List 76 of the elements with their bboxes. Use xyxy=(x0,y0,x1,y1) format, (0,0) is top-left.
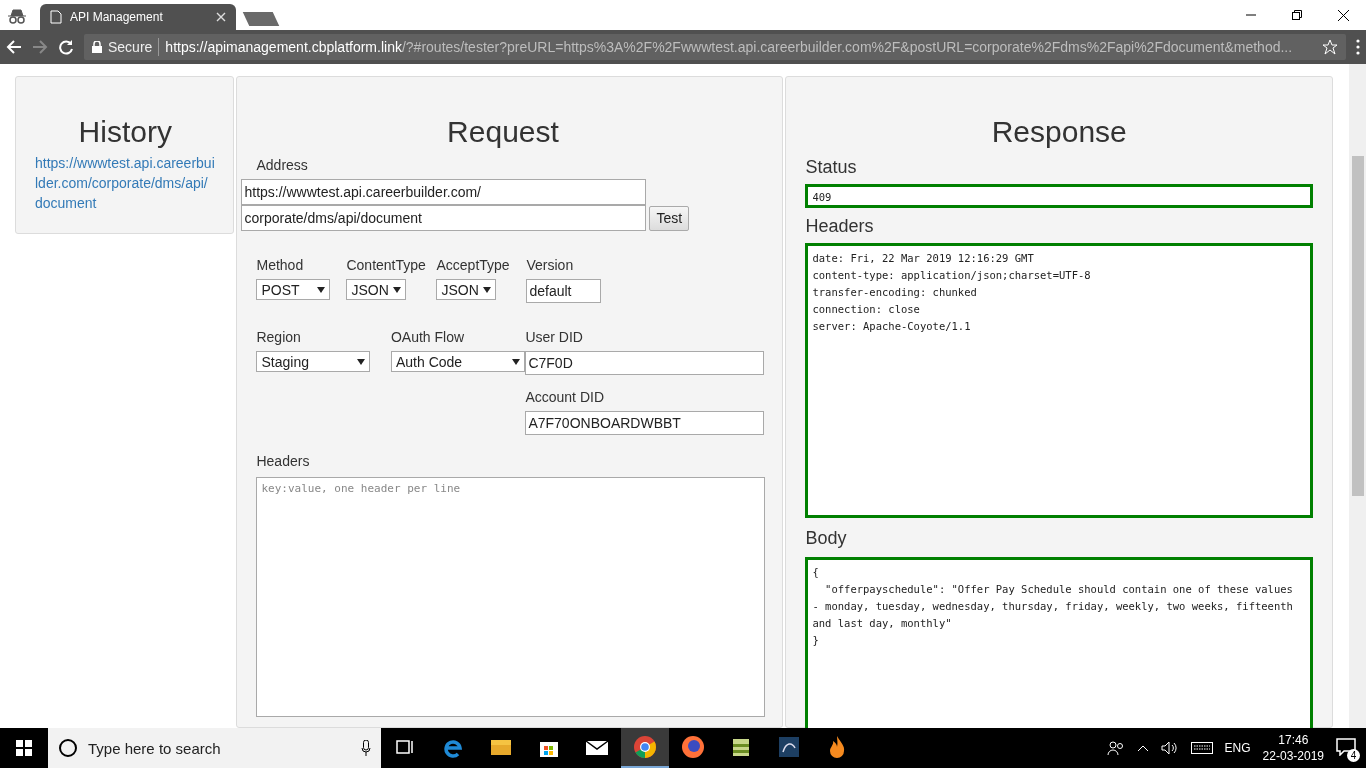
header-line: content-type: application/json;charset=UTF-8 xyxy=(812,268,1092,283)
input-field[interactable]: C7F0D xyxy=(525,351,765,375)
headers-input[interactable]: key:value, one header per line xyxy=(256,477,766,717)
address-bar[interactable]: Secure https://apimanagement.cbplatform.link/?#routes/tester?preURL=https%3A%2F%2Fwwwtest.api.careerbuilder.com%2F&postURL=corporate%2Fdms%2Fapi%2Fdocument&method... xyxy=(84,34,1346,60)
section-label: Status xyxy=(805,157,858,178)
test-button[interactable]: Test xyxy=(649,205,690,231)
field-label: Method xyxy=(256,257,305,273)
body-output[interactable]: { "offerpayschedule": "Offer Pay Schedule should contain one of these values - monday, tuesday, wednesday, thursday, friday, weekly, two weeks, fifteenth and last day, monthly" } xyxy=(805,557,1313,728)
new-tab-button[interactable] xyxy=(242,12,280,26)
envelope-icon xyxy=(585,738,609,756)
circle-icon xyxy=(58,738,78,758)
people-icon[interactable] xyxy=(1106,740,1125,756)
secure-label: Secure xyxy=(108,39,153,55)
input-field[interactable]: A7F70ONBOARDWBBT xyxy=(525,411,765,435)
header-line: connection: close xyxy=(812,302,921,317)
field-label: User DID xyxy=(525,329,584,345)
field-label: ContentType xyxy=(346,257,427,273)
header-line: transfer-encoding: chunked xyxy=(812,285,978,300)
field-label: Region xyxy=(256,329,302,345)
section-label: Body xyxy=(805,528,848,549)
body-line: } xyxy=(812,633,820,648)
panel-title: Request xyxy=(446,115,560,149)
caret-icon xyxy=(393,286,402,293)
menu-icon[interactable] xyxy=(1356,39,1360,55)
field-label: Headers xyxy=(256,453,311,469)
url-text: https://apimanagement.cbplatform.link/?#routes/tester?preURL=https%3A%2F%2Fwwwtest.api.careerbuilder.com%2F&postURL=corporate%2Fdms%2Fapi%2Fdocument&method... xyxy=(165,39,1293,55)
language-indicator[interactable]: ENG xyxy=(1224,741,1251,755)
dropdown[interactable]: JSON xyxy=(436,279,497,300)
caret-icon xyxy=(483,286,492,293)
star-icon[interactable] xyxy=(1322,39,1338,55)
body-line: - monday, tuesday, wednesday, thursday, friday, weekly, two weeks, fifteenth xyxy=(812,599,1294,614)
flame-icon xyxy=(827,735,847,759)
dropdown[interactable]: Staging xyxy=(256,351,371,372)
field-label: OAuth Flow xyxy=(390,329,466,345)
chevron-up-icon[interactable] xyxy=(1136,744,1149,752)
dropdown[interactable]: JSON xyxy=(346,279,407,300)
status-output[interactable]: 409 xyxy=(805,184,1313,208)
caret-icon xyxy=(317,286,326,293)
section-label: Headers xyxy=(805,216,875,237)
history-link[interactable]: https://wwwtest.api.careerbuilder.com/corporate/dms/api/document xyxy=(35,153,216,213)
reload-icon[interactable] xyxy=(58,39,74,55)
back-arrow-icon[interactable] xyxy=(6,39,22,55)
input-field[interactable]: https://wwwtest.api.careerbuilder.com/ xyxy=(241,179,647,205)
lock-icon xyxy=(92,41,102,53)
field-label: Address xyxy=(256,157,309,173)
keyboard-icon[interactable] xyxy=(1190,742,1213,754)
field-label: Account DID xyxy=(525,389,605,405)
incognito-icon xyxy=(6,8,28,24)
clock[interactable]: 17:46 22-03-2019 xyxy=(1262,732,1324,764)
taskbar-search-field[interactable]: Type here to search xyxy=(48,728,381,768)
browser-tab[interactable]: API Management xyxy=(40,4,236,30)
dropdown[interactable]: Auth Code xyxy=(390,351,525,372)
body-line: "offerpayschedule": "Offer Pay Schedule should contain one of these values xyxy=(824,582,1294,597)
field-label: AcceptType xyxy=(436,257,511,273)
input-field[interactable]: default xyxy=(526,279,602,303)
field-label: Version xyxy=(526,257,575,273)
input-field[interactable]: corporate/dms/api/document xyxy=(241,205,647,231)
microphone-icon[interactable] xyxy=(361,740,371,756)
close-icon[interactable] xyxy=(216,12,226,22)
caret-icon xyxy=(511,358,520,365)
dropdown[interactable]: POST xyxy=(256,279,331,300)
folder-icon xyxy=(490,738,512,756)
scrollbar[interactable] xyxy=(1349,64,1366,728)
round-browser-icon xyxy=(633,735,657,759)
header-line: server: Apache-Coyote/1.1 xyxy=(812,319,972,334)
panel-title: History xyxy=(77,115,173,149)
taskbar-app[interactable] xyxy=(621,728,669,768)
body-line: { xyxy=(812,565,820,580)
headers-output[interactable]: date: Fri, 22 Mar 2019 12:16:29 GMT content-type: application/json;charset=UTF-8 transfer-encoding: chunked connection: close server: Apache-Coyote/1.1 xyxy=(805,243,1313,518)
panel-title: Response xyxy=(990,115,1128,149)
header-line: date: Fri, 22 Mar 2019 12:16:29 GMT xyxy=(812,251,1035,266)
page-icon xyxy=(50,10,62,24)
body-line: and last day, monthly" xyxy=(812,616,953,631)
speaker-icon[interactable] xyxy=(1160,741,1179,755)
window-stack-icon xyxy=(395,738,415,756)
caret-icon xyxy=(357,358,366,365)
